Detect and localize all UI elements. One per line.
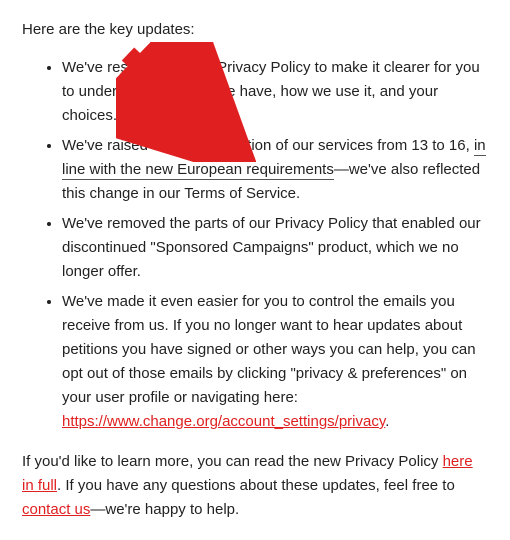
- bullet-pre: We've made it even easier for you to con…: [62, 293, 476, 406]
- intro-text: Here are the key updates:: [22, 18, 488, 42]
- list-item: We've restructured our Privacy Policy to…: [62, 56, 488, 128]
- updates-list: We've restructured our Privacy Policy to…: [22, 56, 488, 434]
- privacy-settings-link[interactable]: https://www.change.org/account_settings/…: [62, 413, 385, 430]
- outro-part: If you'd like to learn more, you can rea…: [22, 453, 443, 470]
- list-item: We've removed the parts of our Privacy P…: [62, 212, 488, 284]
- list-item: We've made it even easier for you to con…: [62, 290, 488, 434]
- outro-part: . If you have any questions about these …: [57, 477, 455, 494]
- outro-part: —we're happy to help.: [90, 501, 239, 518]
- bullet-pre: We've raised the age restriction of our …: [62, 137, 474, 154]
- outro-text: If you'd like to learn more, you can rea…: [22, 450, 488, 522]
- contact-us-link[interactable]: contact us: [22, 501, 90, 518]
- bullet-post: .: [385, 413, 389, 430]
- list-item: We've raised the age restriction of our …: [62, 134, 488, 206]
